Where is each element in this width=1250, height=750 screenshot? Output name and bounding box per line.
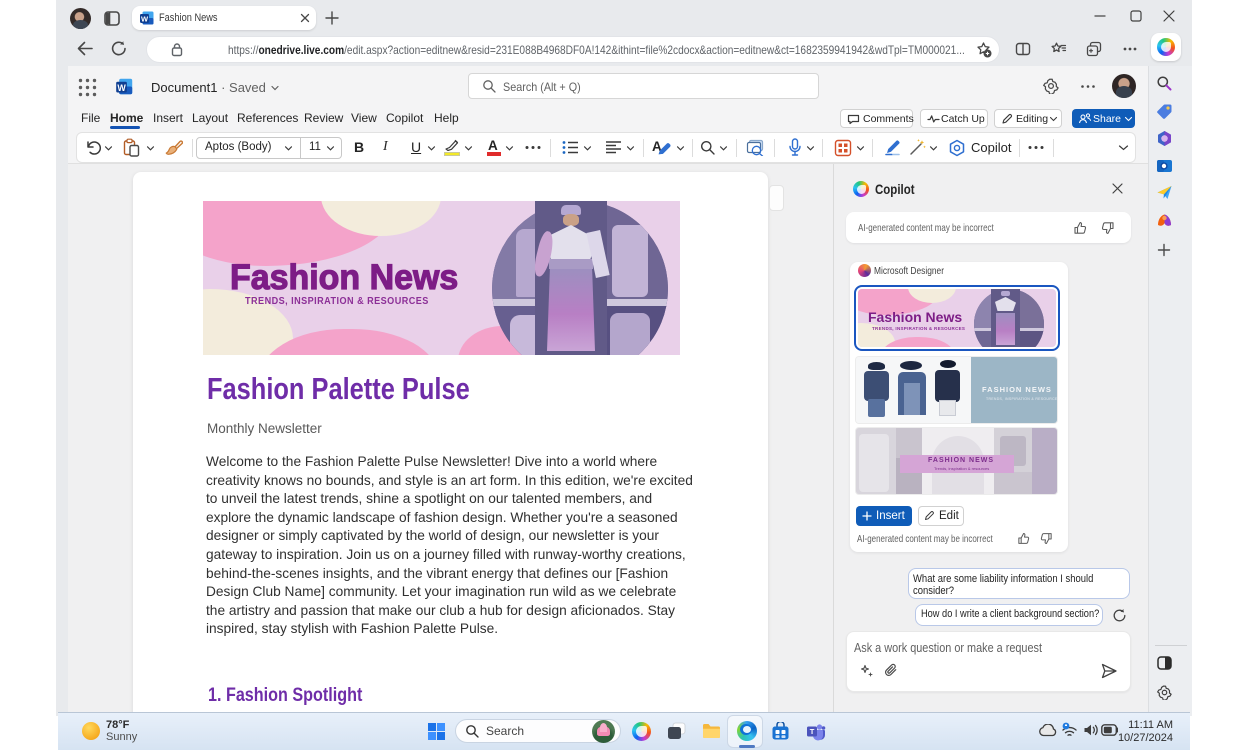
svg-text:W: W (141, 15, 149, 24)
svg-text:W: W (117, 83, 126, 93)
svg-text:T: T (810, 727, 815, 736)
